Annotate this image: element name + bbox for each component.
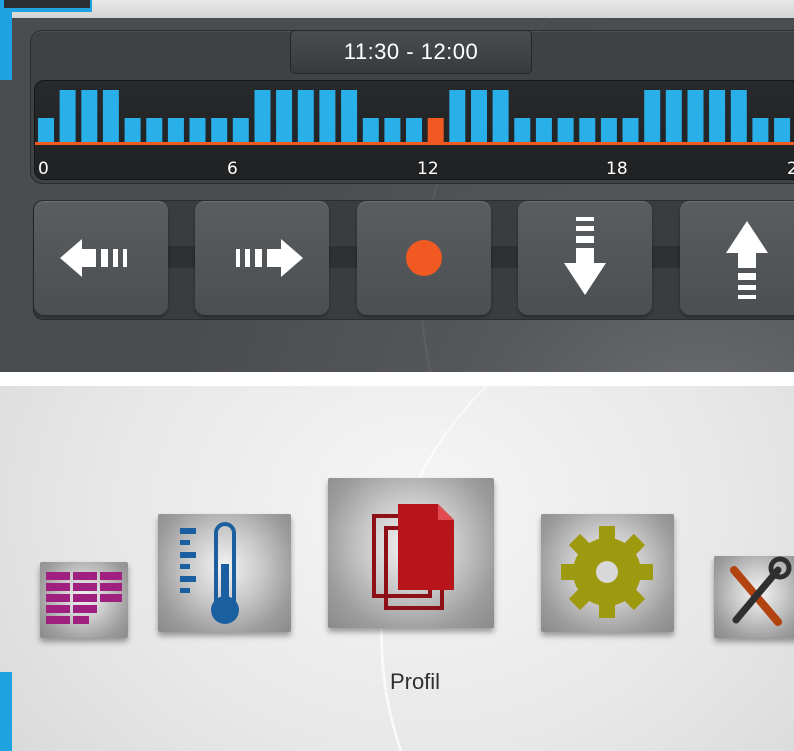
schedule-bar[interactable]: [687, 90, 704, 142]
schedule-bar-selected[interactable]: [427, 118, 444, 142]
schedule-bar[interactable]: [102, 90, 119, 142]
schedule-bar[interactable]: [297, 90, 314, 142]
schedule-bar[interactable]: [146, 118, 163, 142]
schedule-bar[interactable]: [254, 90, 271, 142]
menu-tile-temperature[interactable]: [158, 514, 291, 632]
main-menu-panel: Profil: [0, 386, 794, 751]
tick-label-24: 2: [787, 159, 794, 179]
schedule-bar[interactable]: [59, 90, 76, 142]
panel-separator: [0, 372, 794, 386]
schedule-bar[interactable]: [384, 118, 401, 142]
tick-label-6: 6: [227, 159, 238, 179]
schedule-bar[interactable]: [579, 118, 596, 142]
schedule-bar[interactable]: [535, 118, 552, 142]
move-up-button[interactable]: [680, 201, 794, 315]
schedule-bar[interactable]: [600, 118, 617, 142]
schedule-bar[interactable]: [665, 90, 682, 142]
schedule-bar[interactable]: [124, 118, 141, 142]
down-arrow-icon: [564, 217, 606, 295]
schedule-bar[interactable]: [276, 90, 293, 142]
menu-tile-schedule[interactable]: [40, 562, 128, 638]
tools-icon: [730, 556, 792, 626]
schedule-bar[interactable]: [211, 118, 228, 142]
gear-icon: [561, 526, 653, 618]
schedule-bar[interactable]: [341, 90, 358, 142]
schedule-bar[interactable]: [557, 118, 574, 142]
selected-menu-label: Profil: [389, 669, 441, 694]
schedule-bar[interactable]: [319, 90, 336, 142]
schedule-bar[interactable]: [644, 90, 661, 142]
schedule-bar[interactable]: [471, 90, 487, 142]
top-strip: [0, 0, 794, 18]
tick-label-18: 18: [606, 159, 628, 179]
schedule-bar[interactable]: [449, 90, 466, 142]
accent-bar-bottom: [0, 672, 12, 751]
record-button[interactable]: [357, 201, 491, 315]
schedule-bar[interactable]: [622, 118, 639, 142]
schedule-bar[interactable]: [81, 90, 98, 142]
time-range-display: 11:30 - 12:00: [290, 30, 532, 74]
schedule-bar[interactable]: [492, 90, 509, 142]
tick-label-12: 12: [417, 159, 439, 179]
left-arrow-icon: [60, 239, 127, 277]
tick-label-0: 0: [38, 159, 49, 179]
schedule-grid-icon: [46, 572, 122, 624]
up-arrow-icon: [726, 221, 768, 299]
move-left-button[interactable]: [34, 201, 168, 315]
thermometer-icon: [180, 522, 239, 624]
chart-baseline: [35, 142, 794, 145]
schedule-bar[interactable]: [232, 118, 249, 142]
menu-tile-settings[interactable]: [541, 514, 674, 632]
schedule-bar[interactable]: [189, 118, 206, 142]
schedule-bar[interactable]: [167, 118, 184, 142]
move-right-button[interactable]: [195, 201, 329, 315]
schedule-chart[interactable]: 0 6 12 18 2: [34, 80, 794, 180]
right-arrow-icon: [236, 239, 303, 277]
menu-tile-tools[interactable]: [714, 556, 794, 638]
schedule-bar[interactable]: [38, 118, 54, 142]
schedule-editor-panel: 11:30 - 12:00 0 6 12 18 2: [0, 0, 794, 372]
record-dot-icon: [406, 240, 442, 276]
schedule-bar[interactable]: [362, 118, 379, 142]
schedule-bar[interactable]: [774, 118, 791, 142]
schedule-bar[interactable]: [406, 118, 422, 142]
profile-documents-icon: [372, 504, 454, 610]
accent-bar-top: [0, 0, 12, 80]
menu-tile-profile[interactable]: [328, 478, 494, 628]
schedule-chart-svg: 0 6 12 18 2: [35, 90, 794, 179]
schedule-bar[interactable]: [730, 90, 747, 142]
schedule-bar[interactable]: [709, 90, 726, 142]
move-down-button[interactable]: [518, 201, 652, 315]
schedule-bar[interactable]: [752, 118, 769, 142]
schedule-bar[interactable]: [514, 118, 531, 142]
accent-bar-top-inner: [4, 0, 90, 8]
